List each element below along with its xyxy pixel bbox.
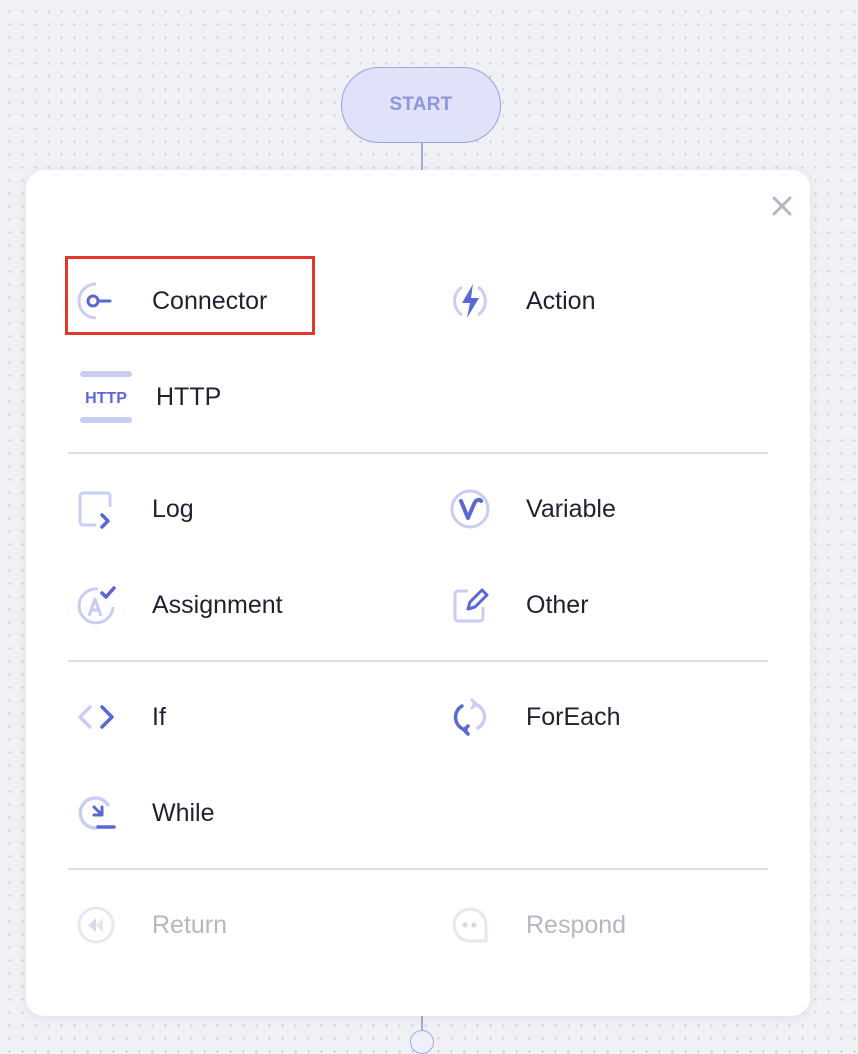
section-divider — [68, 452, 768, 454]
menu-item-log[interactable]: Log — [68, 481, 194, 537]
menu-item-foreach[interactable]: ForEach — [442, 689, 620, 745]
menu-item-label: ForEach — [526, 702, 621, 731]
menu-item-return[interactable]: Return — [68, 897, 227, 953]
flow-connector-line — [421, 143, 423, 171]
menu-item-label: Action — [526, 286, 596, 315]
step-picker-panel: Connector Action HTTP HTTP Log Variable … — [26, 170, 810, 1016]
menu-item-action[interactable]: Action — [442, 273, 595, 329]
lightning-icon — [448, 279, 492, 323]
menu-item-label: Variable — [526, 494, 616, 523]
http-icon-text: HTTP — [85, 390, 127, 407]
while-icon — [74, 791, 118, 835]
edit-icon — [448, 583, 492, 627]
log-icon — [74, 487, 118, 531]
menu-item-other[interactable]: Other — [442, 577, 589, 633]
menu-item-label: Log — [152, 494, 194, 523]
menu-item-assignment[interactable]: Assignment — [68, 577, 283, 633]
assignment-icon — [74, 583, 118, 627]
close-icon[interactable] — [770, 194, 794, 218]
menu-item-label: Respond — [526, 910, 627, 939]
start-label: START — [389, 94, 453, 115]
menu-item-respond[interactable]: Respond — [442, 897, 626, 953]
http-icon: HTTP — [78, 371, 134, 423]
connector-icon — [74, 279, 118, 323]
menu-item-label: If — [152, 702, 166, 731]
menu-item-variable[interactable]: Variable — [442, 481, 616, 537]
code-brackets-icon — [74, 695, 118, 739]
chat-bubble-icon — [448, 903, 492, 947]
menu-item-label: While — [152, 798, 215, 827]
start-node[interactable]: START — [341, 67, 501, 143]
menu-item-label: HTTP — [156, 382, 222, 411]
menu-item-http[interactable]: HTTP HTTP — [68, 369, 221, 425]
return-icon — [74, 903, 118, 947]
menu-item-label: Connector — [152, 286, 268, 315]
menu-item-label: Other — [526, 590, 589, 619]
menu-item-if[interactable]: If — [68, 689, 166, 745]
menu-item-while[interactable]: While — [68, 785, 215, 841]
add-step-node[interactable] — [410, 1030, 434, 1054]
section-divider — [68, 660, 768, 662]
loop-icon — [448, 695, 492, 739]
menu-item-label: Assignment — [152, 590, 283, 619]
section-divider — [68, 868, 768, 870]
variable-icon — [448, 487, 492, 531]
menu-item-label: Return — [152, 910, 228, 939]
menu-item-connector[interactable]: Connector — [68, 273, 267, 329]
